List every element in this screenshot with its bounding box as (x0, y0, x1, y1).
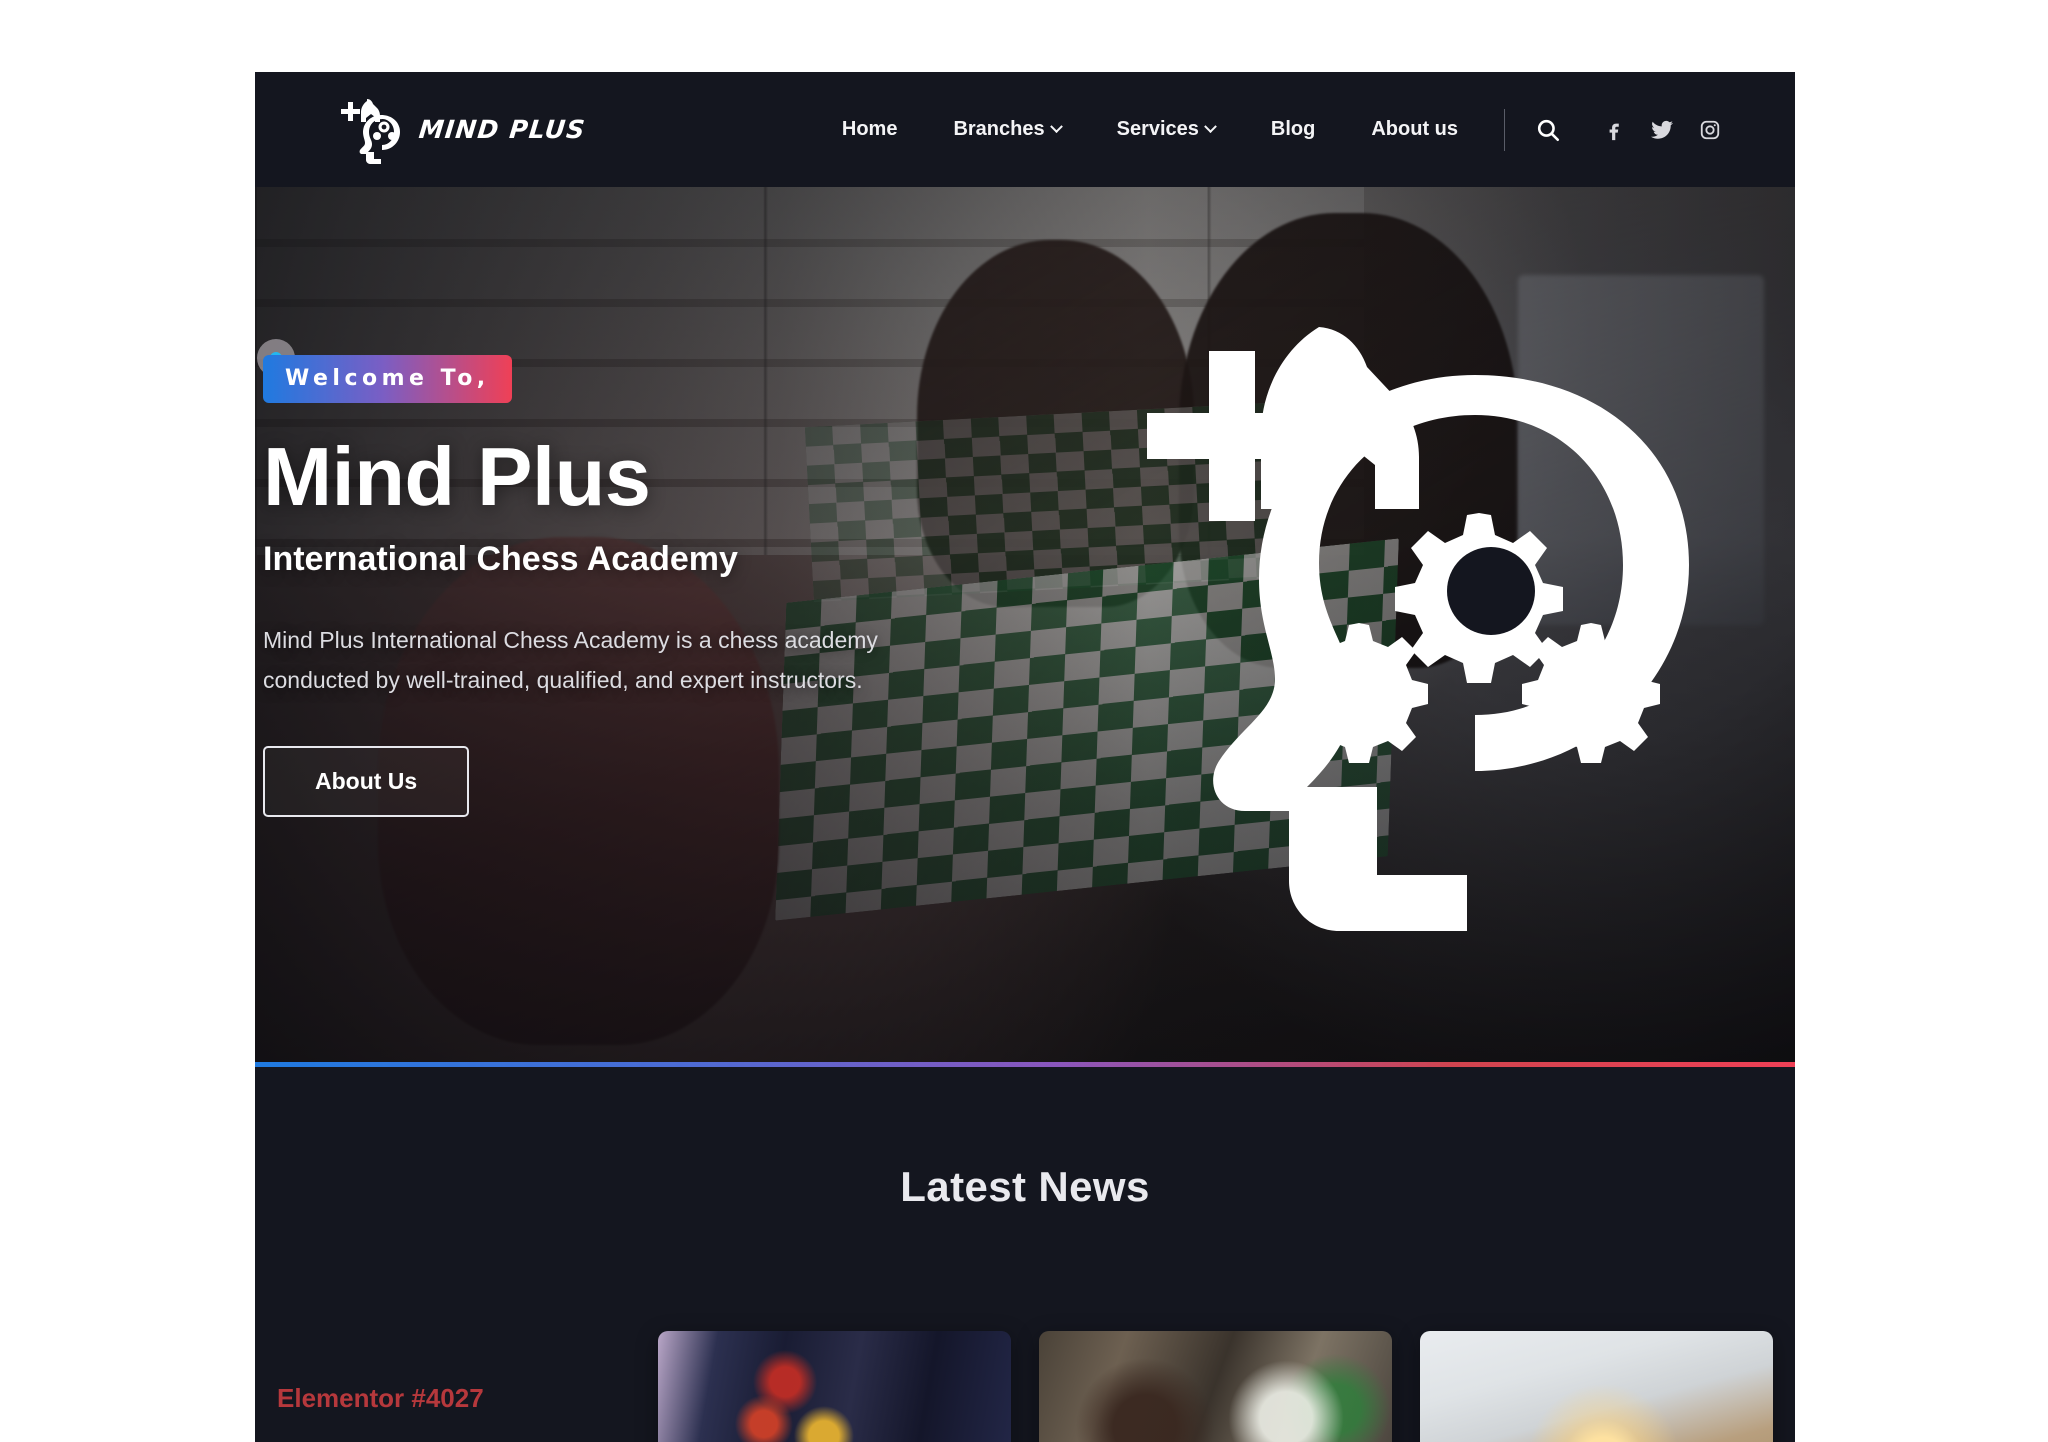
nav-label: Blog (1270, 118, 1316, 140)
instagram-icon[interactable] (1695, 115, 1725, 145)
nav-item-home[interactable]: Home (814, 108, 926, 151)
news-card-thumbnail (1420, 1331, 1773, 1442)
hero-subtitle: International Chess Academy (263, 540, 738, 579)
news-card-trophies[interactable] (658, 1331, 1011, 1442)
news-card-interior[interactable] (1420, 1331, 1773, 1442)
nav-item-about-us[interactable]: About us (1343, 108, 1486, 151)
head-gears-plus-knight-icon (337, 95, 411, 165)
website-viewport: Mind Plus Home Branches Services Blog (255, 72, 1795, 1442)
chevron-down-icon (1049, 120, 1063, 134)
hero-title: Mind Plus (263, 430, 651, 523)
nav-label: Services (1116, 118, 1199, 140)
nav-divider (1504, 108, 1505, 151)
news-column-card-2 (1039, 1331, 1392, 1442)
brand-name: Mind Plus (417, 115, 588, 144)
news-card-chess-player[interactable] (1039, 1331, 1392, 1442)
news-card-thumbnail (658, 1331, 1011, 1442)
about-us-button[interactable]: About Us (263, 746, 470, 818)
nav-item-blog[interactable]: Blog (1243, 108, 1343, 151)
nav-label: Branches (953, 118, 1045, 140)
latest-news-section: Latest News Elementor #4027 (255, 1067, 1795, 1442)
latest-news-heading: Latest News (900, 1163, 1150, 1210)
page-background: Mind Plus Home Branches Services Blog (0, 0, 2048, 1442)
hero-welcome-badge: Welcome To, (263, 355, 512, 403)
search-icon[interactable] (1531, 113, 1565, 147)
nav-item-services[interactable]: Services (1089, 108, 1243, 151)
facebook-icon[interactable] (1599, 115, 1629, 145)
nav-label: About us (1371, 118, 1458, 140)
chevron-down-icon (1204, 120, 1217, 134)
news-column-text: Elementor #4027 (277, 1331, 630, 1414)
twitter-icon[interactable] (1647, 115, 1677, 145)
hero-section: Welcome To, Mind Plus International Ches… (255, 187, 1795, 1062)
main-navigation: Home Branches Services Blog About us (814, 108, 1725, 151)
brand-logo[interactable]: Mind Plus (337, 95, 588, 165)
social-links (1599, 115, 1725, 145)
site-header: Mind Plus Home Branches Services Blog (255, 72, 1795, 187)
hero-description: Mind Plus International Chess Academy is… (263, 627, 878, 693)
news-card-thumbnail (1039, 1331, 1392, 1442)
news-column-card-3 (1420, 1331, 1773, 1442)
hero-content: Welcome To, Mind Plus International Ches… (255, 187, 1795, 1062)
nav-item-branches[interactable]: Branches (925, 108, 1088, 151)
news-item-elementor-4027[interactable]: Elementor #4027 (277, 1331, 630, 1414)
news-column-card-1 (658, 1331, 1011, 1442)
news-grid: Elementor #4027 (255, 1211, 1795, 1442)
nav-label: Home (841, 118, 898, 140)
